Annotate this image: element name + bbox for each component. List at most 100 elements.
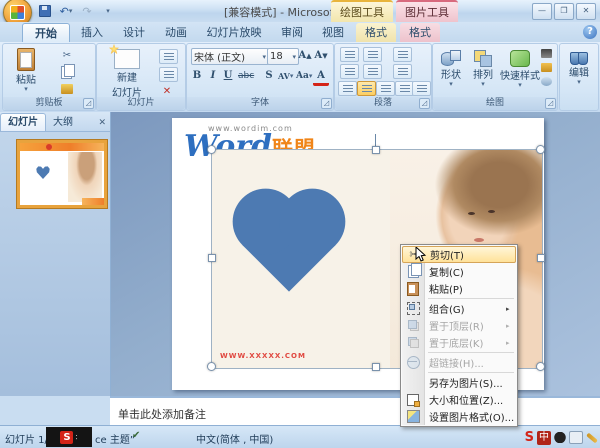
layout-button[interactable] <box>159 49 178 64</box>
title-bar: ↶▾ ↷ ▾ [兼容模式] - Microsoft PowerP... 绘图工具… <box>0 0 600 23</box>
shape-outline-button[interactable] <box>541 63 552 72</box>
text-shadow-button[interactable]: S <box>261 68 277 83</box>
selection-handle-se[interactable] <box>536 362 545 371</box>
copy-button[interactable] <box>61 66 72 82</box>
language-status[interactable]: 中文(简体 , 中国) <box>196 431 273 446</box>
menu-item-group[interactable]: 组合(G) ▸ <box>402 300 516 317</box>
character-spacing-button[interactable]: AV▾ <box>277 68 294 83</box>
shrink-font-button[interactable]: A▼ <box>313 48 329 63</box>
decrease-indent-button[interactable] <box>340 64 359 79</box>
font-size-dropdown-icon: ▾ <box>292 54 296 60</box>
selection-handle-s[interactable] <box>372 363 380 371</box>
new-slide-button[interactable]: 新建 幻灯片 <box>105 49 149 99</box>
delete-slide-button[interactable]: ✕ <box>159 84 175 98</box>
selection-handle-n[interactable] <box>372 146 380 154</box>
new-slide-icon <box>114 49 140 69</box>
help-button[interactable]: ? <box>583 25 597 39</box>
paragraph-dialog-launcher[interactable]: ◿ <box>419 98 430 109</box>
italic-button[interactable]: I <box>205 68 221 83</box>
format-painter-button[interactable] <box>61 84 73 94</box>
shape-fill-button[interactable] <box>541 49 552 58</box>
tab-format-picture[interactable]: 格式 <box>400 23 440 42</box>
selection-handle-nw[interactable] <box>207 145 216 154</box>
strikethrough-button[interactable]: abc <box>237 68 255 83</box>
numbering-button[interactable] <box>363 47 382 62</box>
menu-item-paste[interactable]: 粘贴(P) <box>402 280 516 297</box>
tab-view[interactable]: 视图 <box>314 23 352 42</box>
notes-pane[interactable]: 单击此处添加备注 <box>110 396 600 427</box>
change-case-button[interactable]: Aa▾ <box>295 68 313 83</box>
ime-s-icon[interactable]: S <box>525 430 534 445</box>
ime-language-icon[interactable]: 中 <box>537 431 551 445</box>
align-center-button[interactable] <box>357 81 376 96</box>
menu-item-bring-to-front[interactable]: 置于顶层(R) ▸ <box>402 317 516 334</box>
paste-button[interactable]: 粘贴 ▾ <box>9 48 43 92</box>
group-paragraph: 段落 ◿ <box>334 43 432 111</box>
tab-animations[interactable]: 动画 <box>156 23 196 42</box>
shapes-button[interactable]: 形状 ▾ <box>437 50 465 87</box>
notes-placeholder[interactable]: 单击此处添加备注 <box>118 406 206 422</box>
bring-to-front-icon <box>408 320 419 331</box>
hyperlink-icon <box>407 356 420 369</box>
minimize-button[interactable]: — <box>532 3 552 20</box>
tab-slideshow[interactable]: 幻灯片放映 <box>198 23 270 42</box>
spellcheck-icon[interactable]: ✔ <box>132 430 146 443</box>
quick-styles-button[interactable]: 快速样式 ▾ <box>499 50 541 88</box>
clipboard-dialog-launcher[interactable]: ◿ <box>83 98 94 109</box>
tab-slides-pane[interactable]: 幻灯片 <box>0 113 46 131</box>
tab-insert[interactable]: 插入 <box>72 23 112 42</box>
bullets-icon <box>345 51 355 58</box>
slide-thumbnail-1[interactable] <box>17 140 107 208</box>
close-button[interactable]: ✕ <box>576 3 596 20</box>
redo-button[interactable]: ↷ <box>78 3 96 19</box>
distribute-button[interactable] <box>412 81 431 96</box>
tab-review[interactable]: 审阅 <box>272 23 312 42</box>
align-left-button[interactable] <box>338 81 357 96</box>
scissors-icon: ✂ <box>63 50 71 61</box>
customize-qat-button[interactable]: ▾ <box>99 3 117 19</box>
font-size-combobox[interactable]: 18 ▾ <box>267 48 299 65</box>
bold-button[interactable]: B <box>189 68 205 83</box>
save-button[interactable] <box>36 3 54 19</box>
font-color-button[interactable]: A <box>313 68 329 86</box>
save-icon <box>39 5 51 17</box>
selection-handle-e[interactable] <box>537 254 545 262</box>
menu-item-size-and-position[interactable]: 大小和位置(Z)... <box>402 391 516 408</box>
font-dialog-launcher[interactable]: ◿ <box>321 98 332 109</box>
drawing-dialog-launcher[interactable]: ◿ <box>545 98 556 109</box>
align-right-button[interactable] <box>376 81 395 96</box>
paste-label: 粘贴 <box>16 71 36 86</box>
menu-item-send-to-back[interactable]: 置于底层(K) ▸ <box>402 334 516 351</box>
menu-item-hyperlink[interactable]: 超链接(H)... <box>402 354 516 371</box>
ime-mode-icon[interactable] <box>554 432 566 443</box>
reset-icon <box>164 71 174 78</box>
underline-button[interactable]: U <box>220 68 236 83</box>
ime-settings-icon[interactable] <box>586 432 598 443</box>
font-name-combobox[interactable]: 宋体 (正文) ▾ <box>191 48 269 65</box>
menu-item-bring-to-front-label: 置于顶层(R) <box>424 318 506 333</box>
menu-item-format-picture[interactable]: 设置图片格式(O)... <box>402 408 516 425</box>
bullets-button[interactable] <box>340 47 359 62</box>
menu-item-save-as-picture[interactable]: 另存为图片(S)... <box>402 374 516 391</box>
tab-design[interactable]: 设计 <box>114 23 154 42</box>
grow-font-button[interactable]: A▲ <box>297 48 313 63</box>
cut-button[interactable]: ✂ <box>59 48 75 62</box>
undo-button[interactable]: ↶▾ <box>57 3 75 19</box>
shape-effects-button[interactable] <box>541 77 552 86</box>
selection-handle-w[interactable] <box>208 254 216 262</box>
tab-format-drawing[interactable]: 格式 <box>356 23 396 42</box>
selection-handle-ne[interactable] <box>536 145 545 154</box>
selection-handle-sw[interactable] <box>207 362 216 371</box>
tab-outline-pane[interactable]: 大纲 <box>46 114 80 131</box>
line-spacing-button[interactable] <box>393 47 412 62</box>
tab-home[interactable]: 开始 <box>22 23 70 43</box>
editing-button[interactable]: 编辑 ▾ <box>564 52 594 85</box>
reset-button[interactable] <box>159 67 178 82</box>
restore-button[interactable]: ❐ <box>554 3 574 20</box>
columns-button[interactable] <box>393 64 412 79</box>
arrange-button[interactable]: 排列 ▾ <box>469 50 497 87</box>
ime-keyboard-icon[interactable] <box>569 431 583 444</box>
heart-shape[interactable] <box>242 198 335 291</box>
increase-indent-button[interactable] <box>363 64 382 79</box>
panel-close-icon[interactable]: ✕ <box>98 118 106 128</box>
